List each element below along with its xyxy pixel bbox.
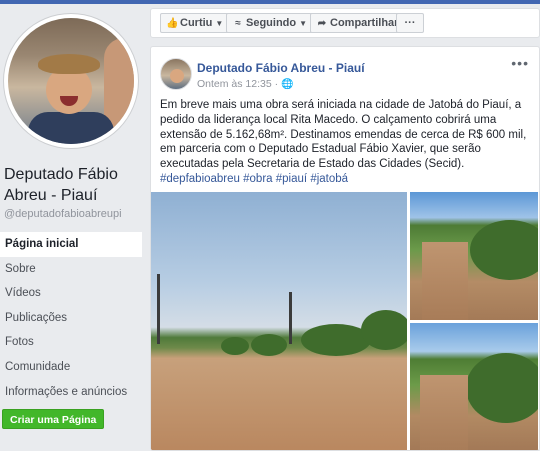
post-photo-2[interactable] bbox=[410, 192, 538, 320]
post-author-avatar[interactable] bbox=[160, 58, 192, 90]
share-arrow-icon: ➦ bbox=[317, 18, 327, 29]
chevron-down-icon: ▼ bbox=[215, 19, 224, 28]
thumbs-up-icon: 👍 bbox=[166, 18, 179, 29]
share-button[interactable]: ➦ Compartilhar bbox=[310, 13, 405, 33]
hashtag[interactable]: #obra bbox=[243, 173, 272, 185]
profile-picture[interactable] bbox=[4, 14, 138, 148]
more-button[interactable]: ··· bbox=[396, 13, 424, 33]
nav-item-informacoes[interactable]: Informações e anúncios bbox=[0, 380, 142, 405]
follow-label: Seguindo bbox=[246, 17, 297, 29]
rss-icon: ≈ bbox=[235, 18, 241, 29]
globe-icon: 🌐 bbox=[281, 79, 294, 90]
post-photos bbox=[151, 192, 539, 450]
nav-item-pagina-inicial[interactable]: Página inicial bbox=[0, 232, 142, 257]
post-text: Em breve mais uma obra será iniciada na … bbox=[160, 98, 530, 187]
hashtag[interactable]: #depfabioabreu bbox=[160, 173, 240, 185]
create-page-button[interactable]: Criar uma Página bbox=[2, 409, 105, 429]
post-author-name[interactable]: Deputado Fábio Abreu - Piauí bbox=[197, 61, 365, 75]
like-button[interactable]: 👍 Curtiu ▼ bbox=[160, 13, 230, 33]
post-options-icon[interactable]: ••• bbox=[511, 55, 529, 71]
post-body: Em breve mais uma obra será iniciada na … bbox=[160, 99, 527, 171]
like-label: Curtiu bbox=[180, 17, 213, 29]
hashtag[interactable]: #jatobá bbox=[310, 173, 348, 185]
post-card: Deputado Fábio Abreu - Piauí Ontem às 12… bbox=[150, 46, 540, 451]
page-nav: Página inicial Sobre Vídeos Publicações … bbox=[0, 232, 142, 404]
follow-button[interactable]: ≈ Seguindo ▼ bbox=[226, 13, 314, 33]
post-timestamp[interactable]: Ontem às 12:35 · 🌐 bbox=[197, 78, 294, 90]
nav-item-publicacoes[interactable]: Publicações bbox=[0, 306, 142, 331]
chevron-down-icon: ▼ bbox=[299, 19, 308, 28]
page-handle[interactable]: @deputadofabioabreupi bbox=[4, 208, 122, 220]
nav-item-videos[interactable]: Vídeos bbox=[0, 281, 142, 306]
nav-item-comunidade[interactable]: Comunidade bbox=[0, 355, 142, 380]
profile-photo bbox=[8, 18, 134, 144]
page-title[interactable]: Deputado Fábio Abreu - Piauí bbox=[4, 164, 144, 206]
nav-item-fotos[interactable]: Fotos bbox=[0, 330, 142, 355]
post-photo-main[interactable] bbox=[151, 192, 407, 450]
share-label: Compartilhar bbox=[330, 17, 399, 29]
hashtag[interactable]: #piauí bbox=[276, 173, 307, 185]
post-photo-3[interactable] bbox=[410, 323, 538, 450]
page-action-bar: 👍 Curtiu ▼ ≈ Seguindo ▼ ➦ Compartilhar ··· bbox=[150, 8, 540, 38]
post-time[interactable]: Ontem às 12:35 · bbox=[197, 78, 278, 90]
nav-item-sobre[interactable]: Sobre bbox=[0, 257, 142, 282]
left-column: Deputado Fábio Abreu - Piauí @deputadofa… bbox=[0, 4, 146, 451]
